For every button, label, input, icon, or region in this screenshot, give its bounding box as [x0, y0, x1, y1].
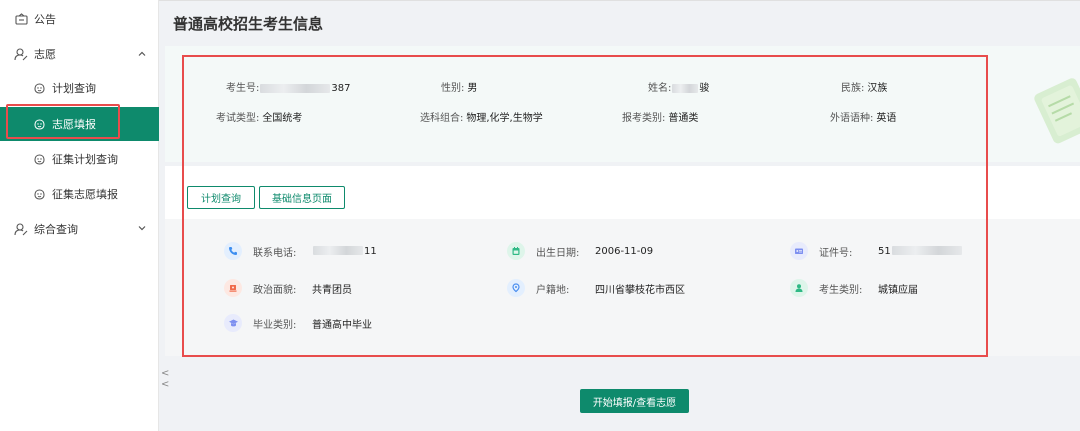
smile-icon [32, 187, 46, 201]
birth-field: 出生日期: 2006-11-09 [507, 242, 653, 260]
calendar-icon [507, 242, 525, 260]
sidebar-item-label: 征集计划查询 [52, 153, 118, 166]
graduation-field: 毕业类别: 普通高中毕业 [224, 314, 372, 332]
sidebar-item-label: 综合查询 [34, 223, 78, 236]
sidebar-item-wish-fill[interactable]: 志愿填报 [0, 107, 159, 141]
birth-label: 出生日期: [536, 247, 580, 259]
hukou-value: 四川省攀枝花市西区 [595, 284, 685, 296]
notice-icon [14, 12, 28, 26]
sidebar-item-label: 公告 [34, 13, 56, 26]
sidebar-item-label: 征集志愿填报 [52, 188, 118, 201]
subjects-label: 选科组合: [420, 113, 464, 124]
sidebar-item-collect-wish-fill[interactable]: 征集志愿填报 [0, 177, 159, 211]
phone-value: 11 [312, 246, 377, 257]
masked-value [260, 83, 331, 93]
apply-type-label: 报考类别: [622, 113, 666, 124]
category-label: 考生类别: [819, 284, 863, 296]
graduation-cap-icon [224, 314, 242, 332]
phone-suffix: 11 [364, 245, 377, 257]
id-label: 证件号: [819, 247, 853, 259]
id-prefix: 51 [878, 245, 891, 257]
top-divider [159, 0, 1080, 1]
exam-type-label: 考试类型: [216, 113, 260, 124]
smile-icon [32, 117, 46, 131]
sidebar-item-general-query[interactable]: 综合查询 [0, 212, 159, 246]
smile-icon [32, 152, 46, 166]
subjects-value: 物理,化学,生物学 [466, 113, 543, 124]
masked-value [891, 246, 962, 255]
user-search-icon [14, 222, 28, 236]
sidebar: 公告 志愿 计划查询 志愿填报 征集计划查询 征集志愿填报 综合查询 [0, 0, 159, 431]
sidebar-item-collect-plan-query[interactable]: 征集计划查询 [0, 142, 159, 176]
exam-no-label: 考生号: [226, 83, 260, 94]
gender-label: 性别: [441, 83, 465, 94]
category-value: 城镇应届 [878, 284, 918, 296]
exam-type-value: 全国统考 [262, 113, 303, 124]
name-label: 姓名: [648, 83, 672, 94]
chevron-up-icon [137, 48, 147, 58]
subjects-field: 选科组合: 物理,化学,生物学 [420, 109, 543, 124]
gender-value: 男 [467, 83, 478, 94]
political-label: 政治面貌: [253, 284, 297, 296]
exam-no-value: 387 [331, 83, 351, 94]
birth-value: 2006-11-09 [595, 245, 654, 257]
chevron-down-icon [137, 223, 147, 233]
hukou-field: 户籍地: 四川省攀枝花市西区 [507, 279, 685, 297]
political-value: 共青团员 [312, 284, 352, 296]
exam-type-field: 考试类型: 全国统考 [216, 109, 302, 124]
graduation-label: 毕业类别: [253, 319, 297, 331]
language-label: 外语语种: [830, 113, 874, 124]
id-field: 证件号: 51 [790, 242, 962, 260]
sidebar-item-wish[interactable]: 志愿 [0, 37, 159, 71]
ethnic-value: 汉族 [867, 83, 888, 94]
location-icon [507, 279, 525, 297]
ethnic-label: 民族: [841, 83, 865, 94]
smile-icon [32, 81, 46, 95]
student-detail-panel: 联系电话: 11 出生日期: 2006-11-09 证件号: 51 政治面貌: … [165, 219, 1080, 356]
start-fill-button[interactable]: 开始填报/查看志愿 [580, 389, 689, 413]
hukou-label: 户籍地: [536, 284, 570, 296]
main-content: 普通高校招生考生信息 考生号: 387 性别: 男 姓名: 骏 民族: 汉族 考试类型:… [159, 0, 1080, 431]
certificate-illustration [1020, 72, 1080, 152]
flag-icon [224, 279, 242, 297]
phone-icon [224, 242, 242, 260]
name-value: 骏 [699, 83, 710, 94]
political-field: 政治面貌: 共青团员 [224, 279, 352, 297]
sidebar-item-notice[interactable]: 公告 [0, 2, 159, 36]
language-value: 英语 [876, 113, 897, 124]
student-info-card: 考生号: 387 性别: 男 姓名: 骏 民族: 汉族 考试类型: 全国统考 选科组合: 物… [165, 46, 1080, 162]
gender-field: 性别: 男 [441, 79, 477, 94]
language-field: 外语语种: 英语 [830, 109, 896, 124]
sidebar-item-label: 计划查询 [52, 82, 96, 95]
masked-value [313, 246, 363, 255]
id-card-icon [790, 242, 808, 260]
ethnic-field: 民族: 汉族 [841, 79, 887, 94]
sidebar-item-label: 志愿 [34, 48, 56, 61]
person-icon [790, 279, 808, 297]
exam-no-field: 考生号: 387 [226, 79, 350, 94]
sidebar-item-label: 志愿填报 [52, 118, 96, 131]
basic-info-button[interactable]: 基础信息页面 [259, 186, 345, 209]
category-field: 考生类别: 城镇应届 [790, 279, 918, 297]
phone-field: 联系电话: 11 [224, 242, 377, 260]
apply-type-value: 普通类 [668, 113, 699, 124]
phone-label: 联系电话: [253, 247, 297, 259]
apply-type-field: 报考类别: 普通类 [622, 109, 698, 124]
plan-query-button[interactable]: 计划查询 [187, 186, 255, 209]
sidebar-item-plan-query[interactable]: 计划查询 [0, 71, 159, 105]
masked-value [672, 83, 699, 93]
user-edit-icon [14, 47, 28, 61]
graduation-value: 普通高中毕业 [312, 319, 372, 331]
id-value: 51 [878, 246, 963, 257]
name-field: 姓名: 骏 [648, 79, 709, 94]
page-title: 普通高校招生考生信息 [173, 15, 324, 33]
